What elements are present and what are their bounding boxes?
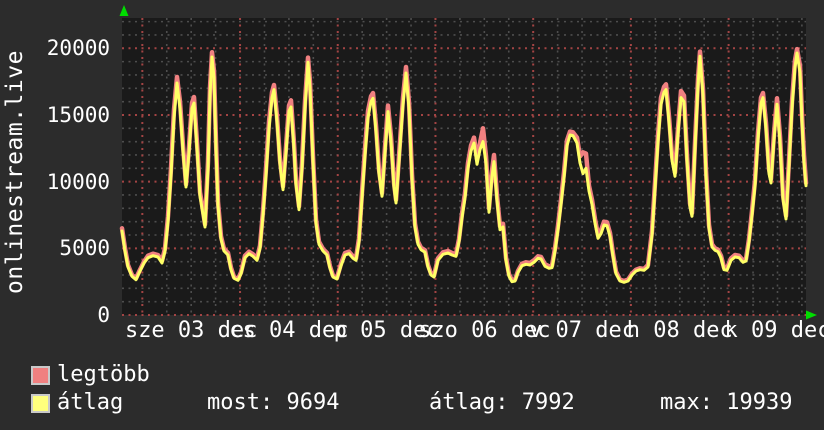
y-tick-label: 5000 (59, 236, 110, 261)
y-axis-arrow-up-icon (119, 5, 129, 16)
x-tick-label: h 08 dec (626, 318, 733, 343)
y-tick-label: 0 (97, 303, 110, 327)
legend-swatch-atlag (31, 394, 50, 413)
stat-most: most: 9694 (207, 390, 340, 415)
y-tick-label: 20000 (46, 36, 110, 61)
x-tick-label: v 07 dec (529, 318, 636, 343)
x-tick-label: cs 04 dec (229, 318, 349, 343)
y-tick-label: 10000 (46, 169, 110, 194)
chart-plot-area (119, 5, 817, 320)
legend-swatch-legtobb (31, 366, 50, 385)
x-tick-label: k 09 dec (724, 318, 824, 343)
stat-atlag: átlag: 7992 (429, 390, 575, 415)
legend-label-legtobb: legtöbb (57, 362, 150, 387)
stat-max: max: 19939 (660, 390, 793, 415)
legend-label-atlag: átlag (57, 390, 124, 415)
y-tick-label: 15000 (46, 102, 110, 127)
rrd-graph-page: onlinestream.live 0 5000 10000 15000 20000 s… (0, 0, 824, 430)
